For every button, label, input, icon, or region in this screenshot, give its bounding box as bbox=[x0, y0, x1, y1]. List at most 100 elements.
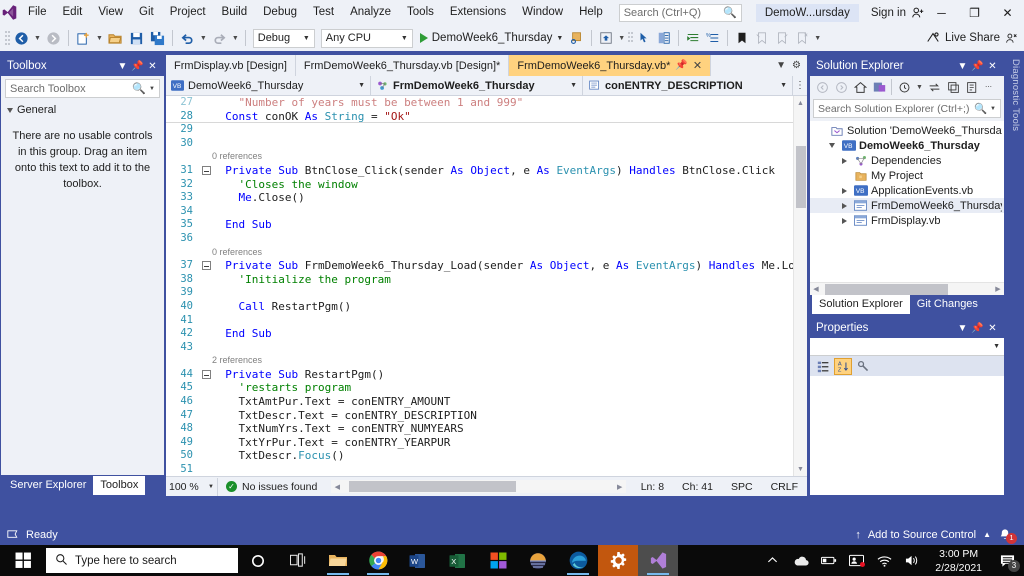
se-scroll-right-icon[interactable]: ▶ bbox=[992, 285, 1004, 293]
code-line[interactable]: 43 bbox=[166, 341, 793, 355]
menu-item-project[interactable]: Project bbox=[162, 0, 214, 25]
excel-button[interactable]: X bbox=[438, 545, 478, 576]
wifi-icon[interactable] bbox=[876, 555, 893, 567]
next-bookmark-button[interactable] bbox=[772, 27, 792, 49]
se-pending-dropdown-icon[interactable]: ▼ bbox=[914, 76, 925, 98]
dock-tab-solution-explorer[interactable]: Solution Explorer bbox=[812, 295, 910, 314]
settings-button[interactable] bbox=[598, 545, 638, 576]
toolbar-grip[interactable] bbox=[4, 29, 11, 47]
taskbar-clock[interactable]: 3:00 PM 2/28/2021 bbox=[932, 547, 985, 575]
code-line[interactable]: 33 Me.Close() bbox=[166, 191, 793, 205]
outline-gutter[interactable] bbox=[200, 409, 212, 423]
se-horizontal-scrollbar[interactable]: ◀ ▶ bbox=[810, 282, 1004, 295]
preview-window-button[interactable] bbox=[596, 27, 616, 49]
se-scroll-left-icon[interactable]: ◀ bbox=[810, 285, 822, 293]
meet-now-icon[interactable] bbox=[848, 554, 866, 567]
dock-tab-git-changes[interactable]: Git Changes bbox=[909, 295, 985, 314]
tree-node[interactable]: FrmDemoWeek6_Thursday.vb bbox=[810, 198, 1004, 213]
tree-node[interactable]: VB DemoWeek6_Thursday bbox=[810, 138, 1004, 153]
chevron-down-icon-tree[interactable] bbox=[826, 143, 838, 148]
outline-gutter[interactable] bbox=[200, 273, 212, 287]
chevron-right-icon-tree[interactable] bbox=[838, 202, 850, 209]
collapse-icon[interactable] bbox=[201, 166, 211, 176]
nav-member-combo[interactable]: conENTRY_DESCRIPTION ▼ bbox=[583, 76, 793, 95]
outline-gutter[interactable] bbox=[200, 395, 212, 409]
properties-grid[interactable] bbox=[810, 376, 1004, 495]
outline-gutter[interactable] bbox=[200, 436, 212, 450]
categorized-view-icon[interactable] bbox=[814, 358, 832, 375]
se-refresh-icon[interactable] bbox=[945, 78, 963, 96]
outline-gutter[interactable] bbox=[200, 191, 212, 205]
horizontal-scroll-track[interactable] bbox=[343, 481, 613, 492]
new-project-dropdown-icon[interactable]: ▼ bbox=[94, 27, 105, 49]
tree-node[interactable]: FrmDisplay.vb bbox=[810, 213, 1004, 228]
close-icon-tab[interactable]: ✕ bbox=[693, 59, 702, 72]
outline-gutter[interactable] bbox=[200, 422, 212, 436]
chrome-button[interactable] bbox=[358, 545, 398, 576]
solution-explorer-pin-icon[interactable]: 📌 bbox=[970, 57, 985, 75]
close-button[interactable]: ✕ bbox=[991, 0, 1024, 25]
weather-app-button[interactable] bbox=[518, 545, 558, 576]
code-line[interactable]: 35 End Sub bbox=[166, 218, 793, 232]
maximize-button[interactable]: ❐ bbox=[958, 0, 991, 25]
code-line[interactable]: 37 Private Sub FrmDemoWeek6_Thursday_Loa… bbox=[166, 259, 793, 273]
new-project-button[interactable] bbox=[73, 27, 94, 49]
se-forward-icon[interactable] bbox=[832, 78, 850, 96]
se-properties-icon[interactable] bbox=[870, 78, 888, 96]
code-line[interactable]: 38 'Initialize the program bbox=[166, 273, 793, 287]
properties-close-icon[interactable]: ✕ bbox=[985, 319, 1000, 337]
tree-node[interactable]: My Project bbox=[810, 168, 1004, 183]
redo-button[interactable] bbox=[209, 27, 230, 49]
editor-zoom-combo[interactable]: 100 % ▼ bbox=[166, 477, 218, 496]
menu-item-help[interactable]: Help bbox=[571, 0, 611, 25]
outline-gutter[interactable] bbox=[200, 449, 212, 463]
properties-dropdown-icon[interactable]: ▼ bbox=[955, 319, 970, 337]
outline-gutter[interactable] bbox=[200, 110, 212, 123]
toolbar-overflow-icon[interactable]: ▼ bbox=[812, 27, 823, 49]
editor-tab-frmdemoweek6-code[interactable]: FrmDemoWeek6_Thursday.vb* 📌 ✕ bbox=[509, 55, 712, 76]
dock-tab-server-explorer[interactable]: Server Explorer bbox=[3, 476, 94, 495]
editor-horizontal-scrollbar[interactable]: ◀ ▶ bbox=[331, 480, 626, 493]
collapse-icon[interactable] bbox=[201, 370, 211, 380]
start-debugging-button[interactable]: DemoWeek6_Thursday ▼ bbox=[416, 27, 568, 49]
edge-button[interactable] bbox=[558, 545, 598, 576]
split-editor-button[interactable]: ⋮ bbox=[793, 80, 807, 91]
se-show-all-files-icon[interactable] bbox=[964, 78, 982, 96]
menu-item-tools[interactable]: Tools bbox=[399, 0, 442, 25]
outline-gutter[interactable] bbox=[200, 137, 212, 151]
diagnostic-tools-rail[interactable]: Diagnostic Tools bbox=[1007, 55, 1024, 496]
solution-explorer-dropdown-icon[interactable]: ▼ bbox=[955, 57, 970, 75]
se-home-icon[interactable] bbox=[851, 78, 869, 96]
nav-project-combo[interactable]: VB DemoWeek6_Thursday ▼ bbox=[166, 76, 371, 95]
save-button[interactable] bbox=[126, 27, 147, 49]
code-line[interactable]: 46 TxtAmtPur.Text = conENTRY_AMOUNT bbox=[166, 395, 793, 409]
se-scroll-track[interactable] bbox=[822, 283, 992, 295]
outline-gutter[interactable] bbox=[200, 314, 212, 328]
menu-item-window[interactable]: Window bbox=[514, 0, 571, 25]
cortana-button[interactable] bbox=[238, 545, 278, 576]
quick-search-box[interactable]: Search (Ctrl+Q) 🔍 bbox=[618, 3, 742, 22]
menu-item-git[interactable]: Git bbox=[131, 0, 162, 25]
outline-gutter[interactable] bbox=[200, 232, 212, 246]
code-line[interactable]: 47 TxtDescr.Text = conENTRY_DESCRIPTION bbox=[166, 409, 793, 423]
horizontal-scroll-thumb[interactable] bbox=[348, 481, 517, 492]
live-share-button[interactable]: Live Share bbox=[926, 31, 1024, 45]
save-all-button[interactable] bbox=[147, 27, 168, 49]
minimize-button[interactable]: ─ bbox=[925, 0, 958, 25]
line-ending-indicator[interactable]: CRLF bbox=[762, 481, 807, 493]
code-line[interactable]: 39 bbox=[166, 286, 793, 300]
tab-settings-gear-icon[interactable]: ⚙ bbox=[792, 60, 801, 71]
code-line[interactable]: 32 'Closes the window bbox=[166, 178, 793, 192]
chevron-right-icon-tree[interactable] bbox=[838, 157, 850, 164]
solution-platform-combo[interactable]: Any CPU ▼ bbox=[320, 28, 413, 48]
start-button[interactable] bbox=[0, 545, 46, 576]
code-line[interactable]: 48 TxtNumYrs.Text = conENTRY_NUMYEARS bbox=[166, 422, 793, 436]
code-line[interactable]: 28 Const conOK As String = "Ok" bbox=[166, 110, 793, 124]
issues-indicator[interactable]: ✓ No issues found bbox=[218, 481, 325, 493]
menu-item-view[interactable]: View bbox=[90, 0, 131, 25]
show-hidden-icons-button[interactable] bbox=[764, 555, 781, 566]
battery-icon[interactable] bbox=[820, 555, 837, 566]
properties-object-combo[interactable]: ▼ bbox=[810, 338, 1004, 356]
editor-tab-frmdemoweek6-design[interactable]: FrmDemoWeek6_Thursday.vb [Design]* bbox=[295, 55, 510, 76]
code-scroll-region[interactable]: 27 "Number of years must be between 1 an… bbox=[166, 96, 793, 476]
